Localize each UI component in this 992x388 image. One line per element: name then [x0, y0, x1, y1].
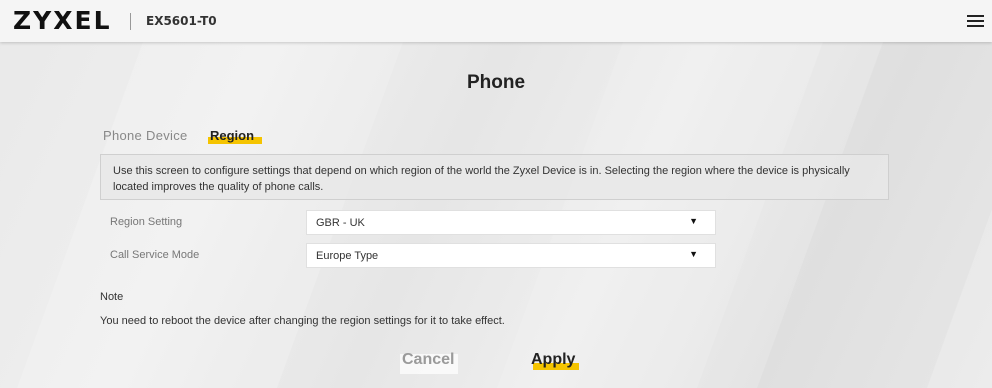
tab-region[interactable]: Region [208, 128, 263, 144]
header-divider [130, 13, 131, 30]
note-title: Note [100, 291, 124, 303]
call-service-mode-value: Europe Type [316, 250, 379, 262]
call-service-mode-label: Call Service Mode [110, 249, 200, 261]
region-setting-label: Region Setting [110, 216, 183, 228]
top-bar: ZYXEL EX5601-T0 [0, 0, 992, 42]
apply-button[interactable]: Apply [531, 351, 580, 370]
info-box: Use this screen to configure settings th… [100, 154, 889, 200]
cancel-button-label: Cancel [402, 351, 455, 368]
tab-region-label: Region [210, 128, 255, 143]
region-setting-select[interactable]: GBR - UK ▼ [306, 210, 716, 235]
brand-logo: ZYXEL [13, 6, 112, 35]
apply-button-label: Apply [531, 351, 576, 368]
chevron-down-icon: ▼ [689, 216, 698, 226]
note-text: You need to reboot the device after chan… [100, 315, 505, 327]
model-name: EX5601-T0 [146, 14, 217, 28]
region-setting-value: GBR - UK [316, 217, 365, 229]
cancel-button[interactable]: Cancel [400, 351, 459, 374]
call-service-mode-select[interactable]: Europe Type ▼ [306, 243, 716, 268]
hamburger-menu-icon[interactable] [967, 15, 984, 28]
chevron-down-icon: ▼ [689, 249, 698, 259]
tab-phone-device[interactable]: Phone Device [103, 128, 188, 143]
page-title: Phone [466, 72, 526, 93]
